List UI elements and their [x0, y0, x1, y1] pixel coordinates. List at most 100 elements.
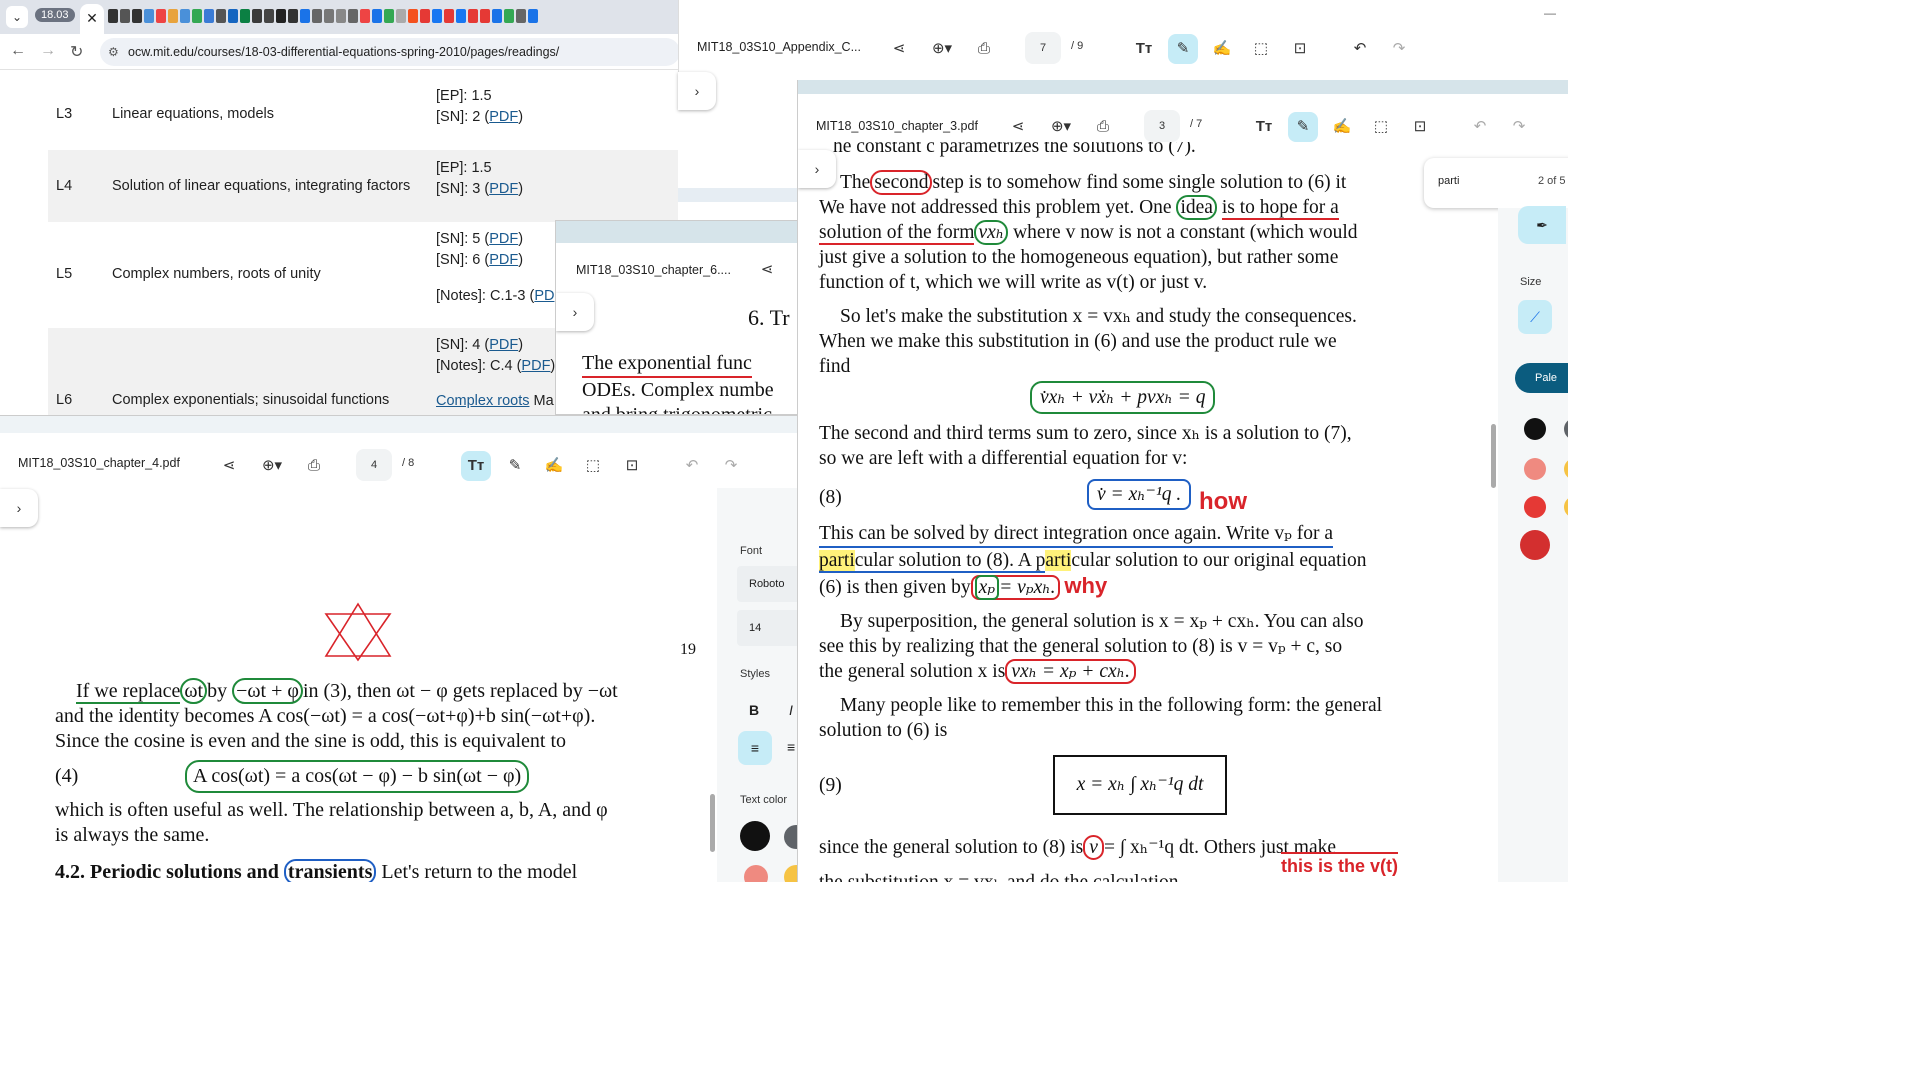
select-icon[interactable]: ⬚ — [1246, 34, 1276, 64]
highlighter-icon[interactable]: ✍ — [539, 451, 569, 481]
draw-tool-icon[interactable]: ✎ — [1288, 112, 1318, 142]
italic-button[interactable]: I — [789, 702, 793, 718]
pdf-link[interactable]: PDF — [489, 109, 518, 125]
section-heading: 4.2. Periodic solutions and transients L… — [55, 859, 715, 882]
zoom-icon[interactable]: ⊕▾ — [922, 34, 962, 64]
font-select[interactable]: Roboto — [737, 566, 800, 602]
pdf-link[interactable]: PDF — [489, 337, 518, 353]
sidebar-toggle-icon[interactable]: › — [678, 72, 716, 110]
readings-cell: [SN]: 5 (PDF) [SN]: 6 (PDF) [Notes]: C.1… — [436, 231, 555, 304]
share-icon[interactable]: ⋖ — [752, 255, 782, 285]
text-span: If we replace — [76, 680, 181, 704]
share-icon[interactable]: ⋖ — [884, 34, 914, 64]
pdf-link[interactable]: PDF — [489, 231, 518, 247]
circled-term: xₚ — [974, 575, 1000, 600]
circled-term: second — [870, 170, 933, 195]
lecture-number: L3 — [56, 106, 73, 122]
print-icon[interactable]: ⎙ — [969, 34, 999, 64]
draw-tool-icon[interactable]: ✎ — [1168, 34, 1198, 64]
page-number-input[interactable]: 7 — [1025, 32, 1061, 64]
align-left-icon[interactable]: ≡ — [738, 731, 772, 765]
screenshot-icon[interactable]: ⊡ — [1405, 112, 1435, 142]
zoom-icon[interactable]: ⊕▾ — [1041, 112, 1081, 142]
scrollbar[interactable] — [710, 794, 715, 852]
share-icon[interactable]: ⋖ — [1003, 112, 1033, 142]
undo-icon[interactable]: ↶ — [1345, 34, 1375, 64]
color-swatch-salmon[interactable] — [1524, 458, 1546, 480]
color-swatch-red[interactable] — [1524, 496, 1546, 518]
select-icon[interactable]: ⬚ — [1366, 112, 1396, 142]
site-info-icon[interactable]: ⚙ — [108, 38, 119, 66]
text-line: So let's make the substitution x = vxₕ a… — [840, 306, 1357, 327]
color-swatch-salmon[interactable] — [744, 865, 768, 882]
address-bar[interactable]: ⚙ ocw.mit.edu/courses/18-03-differential… — [100, 38, 680, 66]
color-swatch-black[interactable] — [740, 821, 770, 851]
color-swatch-amber[interactable] — [1564, 496, 1568, 518]
text-line: and bring trigonometric — [582, 404, 772, 415]
color-swatch-gray[interactable] — [1564, 418, 1568, 440]
color-swatch-black[interactable] — [1524, 418, 1546, 440]
page-number-input[interactable]: 3 — [1144, 110, 1180, 142]
text-tool-icon[interactable]: Tт — [1249, 112, 1279, 142]
handwritten-note-vt: this is the v(t) — [1281, 852, 1399, 879]
bold-button[interactable]: B — [749, 702, 759, 718]
complex-roots-link[interactable]: Complex roots — [436, 393, 529, 409]
text-line: The second step is to somehow find some si… — [840, 170, 1461, 195]
lecture-topic: Complex numbers, roots of unity — [112, 266, 321, 282]
text-span: the general solution x is — [819, 661, 1006, 682]
redo-icon[interactable]: ↷ — [1504, 112, 1534, 142]
reading-text: [SN]: 5 ( — [436, 231, 490, 247]
sidebar-toggle-icon[interactable]: › — [556, 293, 594, 331]
highlighter-icon[interactable]: ✍ — [1327, 112, 1357, 142]
chapter-4-text: If we replace ωt by −ωt + φ in (3), then ωt… — [55, 678, 715, 882]
pen-icon[interactable]: ✒ — [1518, 206, 1566, 244]
align-center-icon[interactable]: ≡ — [787, 739, 795, 755]
print-icon[interactable]: ⎙ — [1088, 112, 1118, 142]
undo-icon[interactable]: ↶ — [677, 451, 707, 481]
scrollbar[interactable] — [1491, 424, 1496, 488]
draw-panel: ✒ Size ⟋ Pale — [1498, 206, 1568, 882]
page-number-input[interactable]: 4 — [356, 449, 392, 481]
text-line: solution to (6) is — [819, 720, 948, 741]
print-icon[interactable]: ⎙ — [299, 451, 329, 481]
undo-icon[interactable]: ↶ — [1465, 112, 1495, 142]
draw-tool-icon[interactable]: ✎ — [500, 451, 530, 481]
pdf-link[interactable]: PDF — [489, 181, 518, 197]
share-icon[interactable]: ⋖ — [214, 451, 244, 481]
text-format-panel: Font Roboto 14 Styles B I ≡ ≡ Text color — [717, 488, 800, 882]
reload-icon[interactable]: ↻ — [70, 42, 83, 62]
pinned-tabs[interactable] — [108, 9, 540, 25]
text-tool-icon[interactable]: Tт — [461, 451, 491, 481]
screenshot-icon[interactable]: ⊡ — [1285, 34, 1315, 64]
back-icon[interactable]: ← — [10, 42, 26, 60]
stroke-size-icon[interactable]: ⟋ — [1518, 300, 1552, 334]
pdf-filename: MIT18_03S10_chapter_4.pdf — [18, 456, 180, 470]
font-label: Font — [740, 545, 763, 557]
color-swatch-yellow[interactable] — [1564, 458, 1568, 480]
search-highlight: arti — [1045, 550, 1072, 571]
boxed-equation: x = xₕ ∫ xₕ⁻¹q dt — [1053, 755, 1227, 815]
close-tab-icon[interactable]: ✕ — [80, 4, 104, 34]
font-size-select[interactable]: 14 — [737, 610, 800, 646]
page-total: / 7 — [1190, 118, 1203, 130]
highlighter-icon[interactable]: ✍ — [1207, 34, 1237, 64]
forward-icon[interactable]: → — [40, 42, 56, 60]
zoom-icon[interactable]: ⊕▾ — [252, 451, 292, 481]
redo-icon[interactable]: ↷ — [1384, 34, 1414, 64]
text-tool-icon[interactable]: Tт — [1129, 34, 1159, 64]
screenshot-icon[interactable]: ⊡ — [617, 451, 647, 481]
select-icon[interactable]: ⬚ — [578, 451, 608, 481]
redo-icon[interactable]: ↷ — [716, 451, 746, 481]
circled-term: ωt — [180, 678, 208, 704]
pdf-link[interactable]: PDF — [521, 358, 550, 374]
equation-8: (8) v̇ = xₕ⁻¹q . how — [819, 471, 1461, 521]
pdf-link[interactable]: PDF — [489, 252, 518, 268]
pdf-link[interactable]: PD — [534, 288, 554, 304]
sidebar-toggle-icon[interactable]: › — [0, 489, 38, 527]
circled-term: vxₕ — [974, 220, 1009, 245]
lecture-number: L6 — [56, 392, 73, 408]
tab-search-icon[interactable]: ⌄ — [6, 6, 28, 28]
chapter-heading: 6. Tr — [748, 305, 790, 330]
color-swatch-darkred[interactable] — [1520, 530, 1550, 560]
palette-button[interactable]: Pale — [1515, 363, 1568, 393]
